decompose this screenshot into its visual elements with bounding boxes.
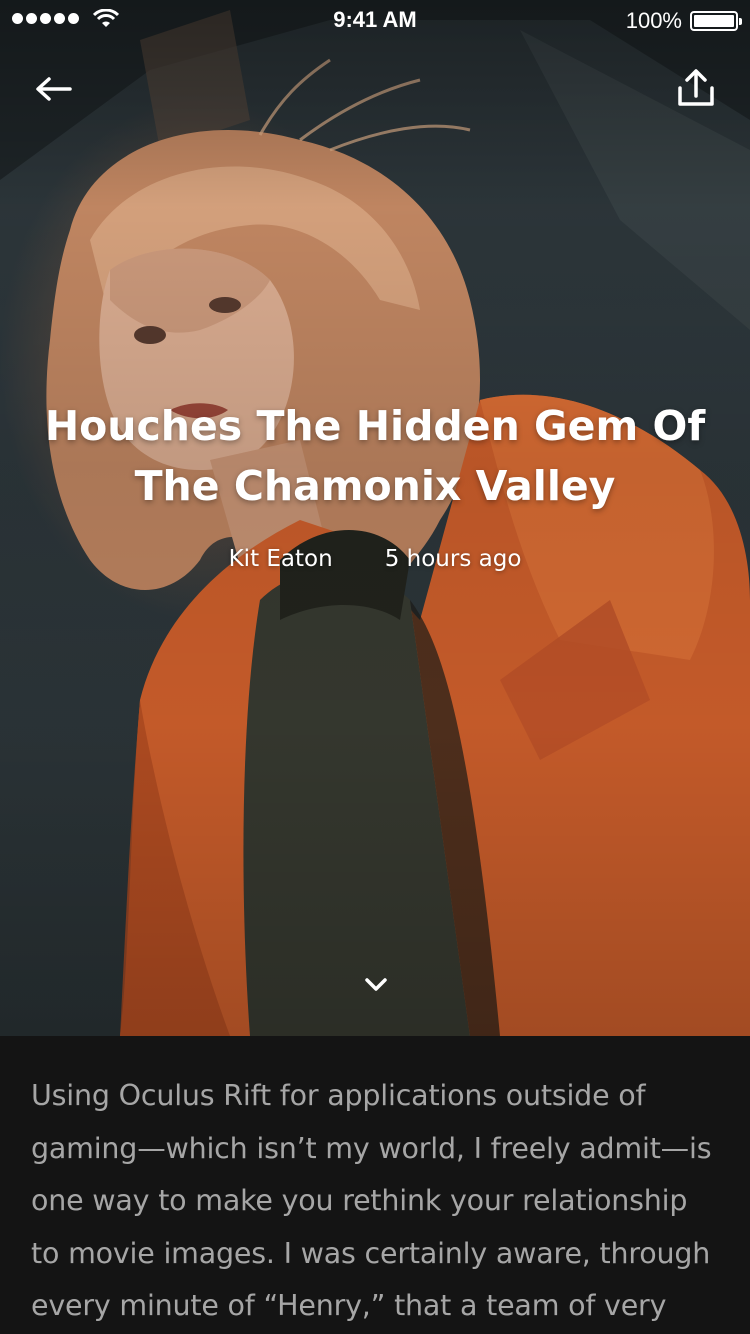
chevron-down-icon — [365, 978, 387, 991]
battery-icon — [690, 11, 742, 31]
back-button[interactable] — [30, 70, 80, 110]
battery-percentage: 100% — [625, 8, 682, 33]
article-meta: Kit Eaton 5 hours ago — [0, 546, 750, 580]
article-title: Houches The Hidden Gem Of The Chamonix V… — [44, 402, 706, 510]
article-body-text: Using Oculus Rift for applications outsi… — [31, 1079, 712, 1322]
status-bar: 9:41 AM 100% — [0, 0, 750, 40]
hero-image: 9:41 AM 100% Houches The Hidden Gem Of T… — [0, 0, 750, 1036]
scroll-down-button[interactable] — [362, 974, 390, 994]
published-time: 5 hours ago — [384, 546, 522, 572]
share-button[interactable] — [672, 66, 720, 114]
article-content: Using Oculus Rift for applications outsi… — [0, 1036, 750, 1334]
author-name[interactable]: Kit Eaton — [229, 546, 333, 580]
share-upload-icon — [678, 69, 714, 106]
article-screen: 9:41 AM 100% Houches The Hidden Gem Of T… — [0, 0, 750, 1334]
hero-overlay — [0, 0, 750, 1036]
arrow-left-icon — [36, 77, 72, 101]
